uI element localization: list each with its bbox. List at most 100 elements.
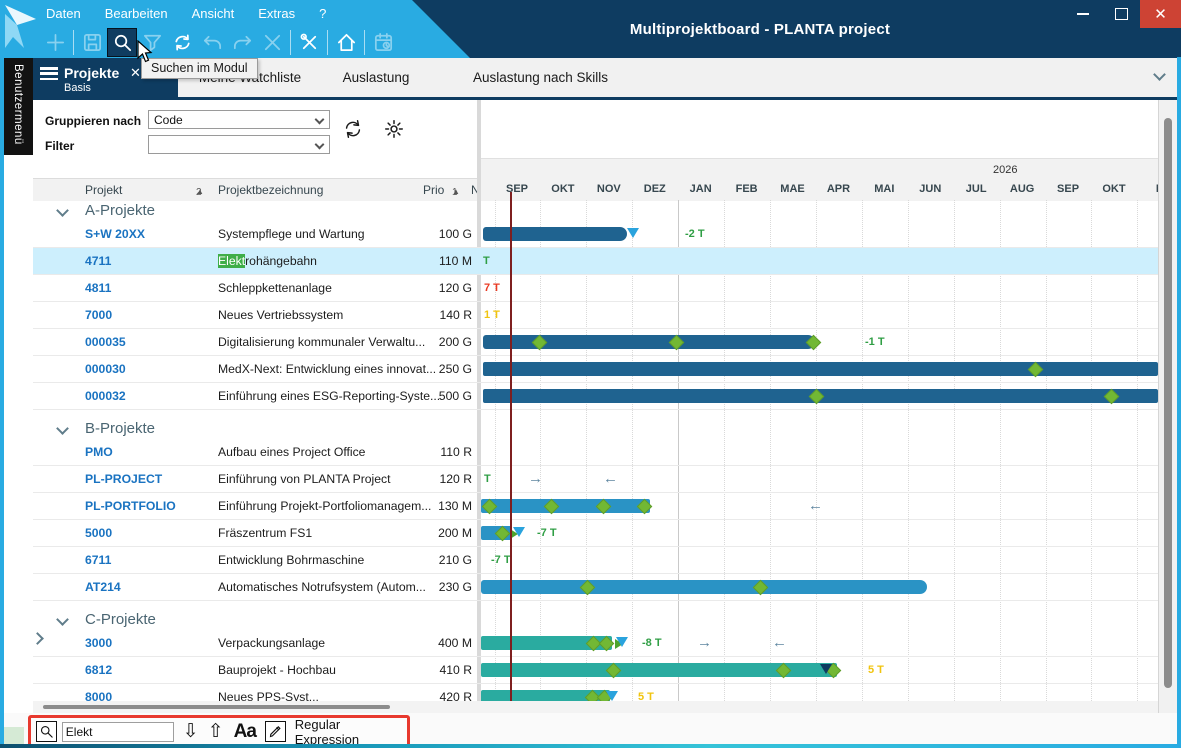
table-row[interactable]: 4711Elektrohängebahn110 MT [33, 248, 1158, 275]
tools-icon[interactable] [294, 28, 324, 57]
project-prio: 230 G [388, 574, 472, 600]
table-row[interactable]: PL-PROJECTEinführung von PLANTA Project1… [33, 466, 1158, 493]
menu-item-extras[interactable]: Extras [256, 4, 297, 23]
table-row[interactable]: 3000Verpackungsanlage400 M-8 T→← [33, 630, 1158, 657]
project-code-link[interactable]: 000035 [85, 329, 210, 355]
project-prio: 250 G [388, 356, 472, 382]
delete-icon[interactable] [257, 28, 287, 57]
project-code-link[interactable]: PL-PORTFOLIO [85, 493, 210, 519]
project-code-link[interactable]: 6711 [85, 547, 210, 573]
month-label: SEP [1057, 183, 1079, 195]
save-icon[interactable] [77, 28, 107, 57]
tab-auslastung[interactable]: Auslastung [330, 58, 422, 97]
table-row[interactable]: PMOAufbau eines Project Office110 R [33, 439, 1158, 466]
match-case-button[interactable]: Aa [234, 721, 256, 743]
table-row[interactable]: S+W 20XXSystempflege und Wartung100 G-2 … [33, 221, 1158, 248]
menu-item-?[interactable]: ? [317, 4, 328, 23]
expand-chevron-icon[interactable] [33, 632, 44, 645]
project-code-link[interactable]: 7000 [85, 302, 210, 328]
project-code-link[interactable]: 3000 [85, 630, 210, 656]
project-code-link[interactable]: 8000 [85, 684, 210, 701]
highlight-pen-icon[interactable] [265, 721, 286, 742]
group-name: C-Projekte [85, 611, 156, 628]
table-row[interactable]: PL-PORTFOLIOEinführung Projekt-Portfolio… [33, 493, 1158, 520]
table-row[interactable]: 000032Einführung eines ESG-Reporting-Sys… [33, 383, 1158, 410]
titlebar: DatenBearbeitenAnsichtExtras? Multiproje… [0, 0, 1181, 58]
menu-item-daten[interactable]: Daten [44, 4, 83, 23]
module-title: Projekte [64, 65, 119, 81]
project-code-link[interactable]: 6812 [85, 657, 210, 683]
calendar-icon[interactable] [368, 28, 398, 57]
project-code-link[interactable]: 000030 [85, 356, 210, 382]
add-icon[interactable] [40, 28, 70, 57]
project-code-link[interactable]: 000032 [85, 383, 210, 409]
collapse-chevron-icon[interactable] [56, 422, 69, 435]
benutzermenu-label: Benutzermenü [12, 64, 24, 145]
month-label: NOV [597, 183, 621, 195]
col-prio[interactable]: Prio [423, 183, 444, 197]
gantt-bar[interactable] [481, 580, 927, 594]
collapse-chevron-icon[interactable] [56, 204, 69, 217]
project-code-link[interactable]: 5000 [85, 520, 210, 546]
project-code-link[interactable]: 4711 [85, 248, 210, 274]
search-input[interactable] [62, 722, 174, 742]
gantt-bar[interactable] [481, 499, 650, 513]
tab-auslastung-nach-skills[interactable]: Auslastung nach Skills [458, 58, 623, 97]
vertical-scrollbar-thumb[interactable] [1164, 118, 1172, 688]
col-bezeichnung[interactable]: Projektbezeichnung [218, 183, 323, 197]
project-code-link[interactable]: S+W 20XX [85, 221, 210, 247]
gantt-bar[interactable] [483, 362, 1158, 376]
refresh-icon[interactable] [167, 28, 197, 57]
table-row[interactable]: 5000Fräszentrum FS1200 M-7 T [33, 520, 1158, 547]
group-spacer [33, 601, 1158, 609]
horizontal-scrollbar[interactable] [33, 701, 1158, 713]
table-row[interactable]: 6812Bauprojekt - Hochbau410 R5 T [33, 657, 1158, 684]
search-icon[interactable] [107, 28, 137, 57]
shift-arrow-right-icon: → [697, 630, 712, 656]
collapse-chevron-icon[interactable] [56, 613, 69, 626]
project-code-link[interactable]: PMO [85, 439, 210, 465]
project-code-link[interactable]: AT214 [85, 574, 210, 600]
group-header-c-projekte[interactable]: C-Projekte [33, 609, 1158, 630]
redo-icon[interactable] [227, 28, 257, 57]
settings-gear-icon[interactable] [381, 116, 407, 142]
benutzermenu-strip[interactable]: Benutzermenü [4, 58, 33, 155]
filter-select[interactable] [148, 135, 330, 154]
project-code-link[interactable]: PL-PROJECT [85, 466, 210, 492]
project-prio: 410 R [388, 657, 472, 683]
minimize-button[interactable] [1064, 0, 1102, 28]
search-prev-icon[interactable]: ⇧ [208, 722, 224, 742]
table-row[interactable]: 000030MedX-Next: Entwicklung eines innov… [33, 356, 1158, 383]
vertical-scrollbar[interactable] [1158, 100, 1177, 713]
table-row[interactable]: 4811Schleppkettenanlage120 G7 T [33, 275, 1158, 302]
group-header-a-projekte[interactable]: A-Projekte [33, 200, 1158, 221]
maximize-button[interactable] [1102, 0, 1140, 28]
hamburger-icon[interactable] [40, 67, 58, 80]
search-next-icon[interactable]: ⇩ [183, 722, 199, 742]
group-header-b-projekte[interactable]: B-Projekte [33, 418, 1158, 439]
table-row[interactable]: 8000Neues PPS-Syst...420 R5 T [33, 684, 1158, 701]
table-row[interactable]: 000035Digitalisierung kommunaler Verwalt… [33, 329, 1158, 356]
regex-toggle-label[interactable]: Regular Expression [295, 717, 407, 747]
menu-item-ansicht[interactable]: Ansicht [190, 4, 237, 23]
tabbar-chevron-down-icon[interactable] [1155, 66, 1167, 78]
shift-arrow-right-icon: → [528, 466, 543, 492]
project-code-link[interactable]: 4811 [85, 275, 210, 301]
home-icon[interactable] [331, 28, 361, 57]
horizontal-scrollbar-thumb[interactable] [43, 705, 390, 709]
group-by-select[interactable]: Code [148, 110, 330, 129]
year-label: 2026 [993, 164, 1017, 176]
module-subtitle: Basis [64, 82, 91, 94]
close-button[interactable]: ✕ [1140, 0, 1181, 28]
table-row[interactable]: 6711Entwicklung Bohrmaschine210 G-7 T [33, 547, 1158, 574]
menu-item-bearbeiten[interactable]: Bearbeiten [103, 4, 170, 23]
search-icon[interactable] [36, 721, 57, 742]
project-table: A-ProjekteS+W 20XXSystempflege und Wartu… [33, 200, 1158, 701]
refresh-button[interactable] [340, 116, 366, 142]
table-row[interactable]: AT214Automatisches Notrufsystem (Autom..… [33, 574, 1158, 601]
project-prio: 400 M [388, 630, 472, 656]
undo-icon[interactable] [197, 28, 227, 57]
table-row[interactable]: 7000Neues Vertriebssystem140 R1 T [33, 302, 1158, 329]
col-projekt[interactable]: Projekt [85, 183, 122, 197]
gantt-bar[interactable] [483, 227, 627, 241]
